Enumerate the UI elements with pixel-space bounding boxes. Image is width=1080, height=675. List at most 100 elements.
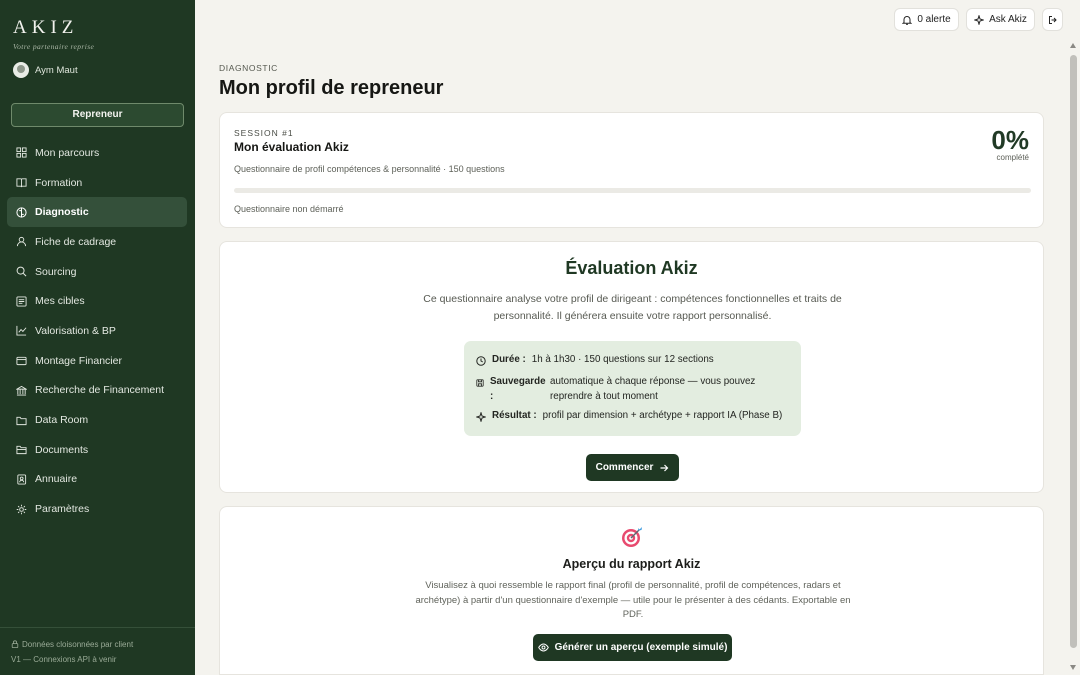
sidebar-item-label: Annuaire [35, 473, 78, 486]
sidebar-item-label: Montage Financier [35, 354, 122, 367]
sidebar-item-documents[interactable]: Documents [7, 435, 187, 465]
evaluation-info-box: Durée : 1h à 1h30 · 150 questions sur 12… [464, 341, 801, 436]
ask-akiz-label: Ask Akiz [989, 14, 1027, 25]
sidebar-item-data-room[interactable]: Data Room [7, 405, 187, 435]
user-name: Aym Maut [35, 64, 78, 76]
lock-icon [11, 640, 19, 648]
scroll-down-arrow[interactable] [1070, 665, 1076, 670]
sidebar-footer: Données cloisonnées par client V1 — Conn… [0, 627, 195, 667]
result-row: Résultat : profil par dimension + archét… [476, 410, 782, 422]
duration-row: Durée : 1h à 1h30 · 150 questions sur 12… [476, 354, 714, 366]
sidebar-item-label: Diagnostic [35, 206, 89, 219]
ask-akiz-button[interactable]: Ask Akiz [966, 8, 1035, 31]
user-icon [16, 237, 27, 247]
save-value-line-2: reprendre à tout moment [550, 390, 658, 402]
book-icon [16, 178, 27, 188]
save-key-line-1: Sauvegarde [490, 376, 546, 387]
evaluation-title: Évaluation Akiz [565, 258, 698, 278]
brand-logo[interactable]: AKIZ Votre partenaire reprise [13, 17, 94, 51]
contacts-icon [17, 474, 27, 485]
sidebar-item-recherche-financement[interactable]: Recherche de Financement [7, 376, 187, 406]
breadcrumb: DIAGNOSTIC [219, 63, 278, 73]
report-title: Aperçu du rapport Akiz [562, 557, 701, 571]
footer-privacy-text: Données cloisonnées par client [22, 640, 134, 649]
chart-line-icon [16, 326, 27, 337]
report-preview-card: Aperçu du rapport Akiz Visualisez à quoi… [219, 506, 1044, 675]
completion-percent: 0% [991, 125, 1029, 155]
sidebar-item-fiche-de-cadrage[interactable]: Fiche de cadrage [7, 227, 187, 257]
session-card: SESSION #1 Mon évaluation Akiz Questionn… [219, 112, 1044, 228]
sidebar-item-mon-parcours[interactable]: Mon parcours [7, 138, 187, 168]
logout-icon [1048, 15, 1057, 24]
brand-name: AKIZ [13, 17, 79, 38]
session-status: Questionnaire non démarré [234, 204, 344, 214]
arrow-right-icon [660, 464, 669, 471]
session-title: Mon évaluation Akiz [234, 140, 349, 154]
sidebar-item-label: Data Room [35, 414, 89, 427]
sparkle-icon [974, 14, 985, 25]
scroll-up-arrow[interactable] [1070, 43, 1076, 48]
sparkle-icon [476, 412, 486, 422]
scroll-thumb[interactable] [1070, 55, 1077, 648]
bank-icon [16, 385, 27, 396]
session-label: SESSION #1 [234, 128, 294, 138]
scrollbar[interactable] [1069, 40, 1078, 675]
brain-icon [16, 207, 27, 218]
sidebar-item-diagnostic[interactable]: Diagnostic [7, 197, 187, 228]
folder-open-icon [16, 446, 27, 455]
sidebar-item-label: Valorisation & BP [35, 324, 116, 337]
sidebar-item-formation[interactable]: Formation [7, 168, 187, 198]
sidebar-item-parametres[interactable]: Paramètres [7, 494, 187, 524]
sidebar-item-label: Mon parcours [35, 146, 100, 159]
brand-tagline: Votre partenaire reprise [13, 42, 95, 51]
user-profile[interactable]: Aym Maut [13, 62, 78, 78]
grid-icon [16, 147, 27, 158]
logout-button[interactable] [1042, 8, 1063, 31]
sidebar-item-label: Documents [35, 443, 89, 456]
page-title: Mon profil de repreneur [219, 77, 444, 99]
save-key-line-2: : [490, 390, 494, 402]
gear-icon [16, 504, 27, 514]
session-subtitle: Questionnaire de profil compétences & pe… [234, 164, 505, 174]
alerts-button[interactable]: 0 alerte [894, 8, 959, 31]
sidebar-item-label: Fiche de cadrage [35, 235, 117, 248]
role-button[interactable]: Repreneur [11, 103, 184, 127]
progress-bar [234, 188, 1031, 193]
sidebar-item-annuaire[interactable]: Annuaire [7, 465, 187, 495]
sidebar-item-label: Formation [35, 176, 83, 189]
evaluation-card: Évaluation Akiz Ce questionnaire analyse… [219, 241, 1044, 493]
footer-privacy-line: Données cloisonnées par client [11, 637, 184, 652]
result-value: profil par dimension + archétype + rappo… [542, 410, 783, 421]
save-value-line-1: automatique à chaque réponse — vous pouv… [550, 376, 756, 387]
completion-caption: complété [996, 153, 1029, 162]
duration-key: Durée : [492, 354, 526, 365]
clock-icon [476, 356, 486, 366]
duration-value: 1h à 1h30 · 150 questions sur 12 section… [531, 354, 714, 365]
sidebar: AKIZ Votre partenaire reprise Aym Maut R… [0, 0, 195, 675]
generate-preview-button[interactable]: Générer un aperçu (exemple simulé) [533, 634, 732, 661]
footer-version-line: V1 — Connexions API à venir [11, 655, 117, 664]
alerts-label: 0 alerte [917, 14, 951, 25]
save-value: automatique à chaque réponse — vous pouv… [550, 375, 755, 404]
start-button[interactable]: Commencer [586, 454, 679, 481]
save-row: Sauvegarde : automatique à chaque répons… [476, 375, 755, 404]
sidebar-item-label: Paramètres [35, 503, 90, 516]
evaluation-description: Ce questionnaire analyse votre profil de… [423, 293, 842, 322]
folder-icon [16, 416, 27, 425]
avatar [13, 62, 29, 78]
report-description: Visualisez à quoi ressemble le rapport f… [415, 580, 851, 620]
sidebar-item-label: Recherche de Financement [35, 384, 164, 397]
result-key: Résultat : [492, 410, 537, 421]
sidebar-item-valorisation[interactable]: Valorisation & BP [7, 316, 187, 346]
wallet-icon [16, 356, 27, 366]
sidebar-item-sourcing[interactable]: Sourcing [7, 257, 187, 287]
sidebar-item-label: Sourcing [35, 265, 77, 278]
target-list-icon [16, 296, 27, 307]
save-key: Sauvegarde : [490, 375, 546, 404]
target-dart-icon [622, 527, 642, 547]
sidebar-item-montage-financier[interactable]: Montage Financier [7, 346, 187, 376]
bell-icon [902, 15, 913, 25]
sidebar-item-mes-cibles[interactable]: Mes cibles [7, 286, 187, 316]
search-icon [16, 266, 27, 277]
save-icon [476, 379, 484, 387]
